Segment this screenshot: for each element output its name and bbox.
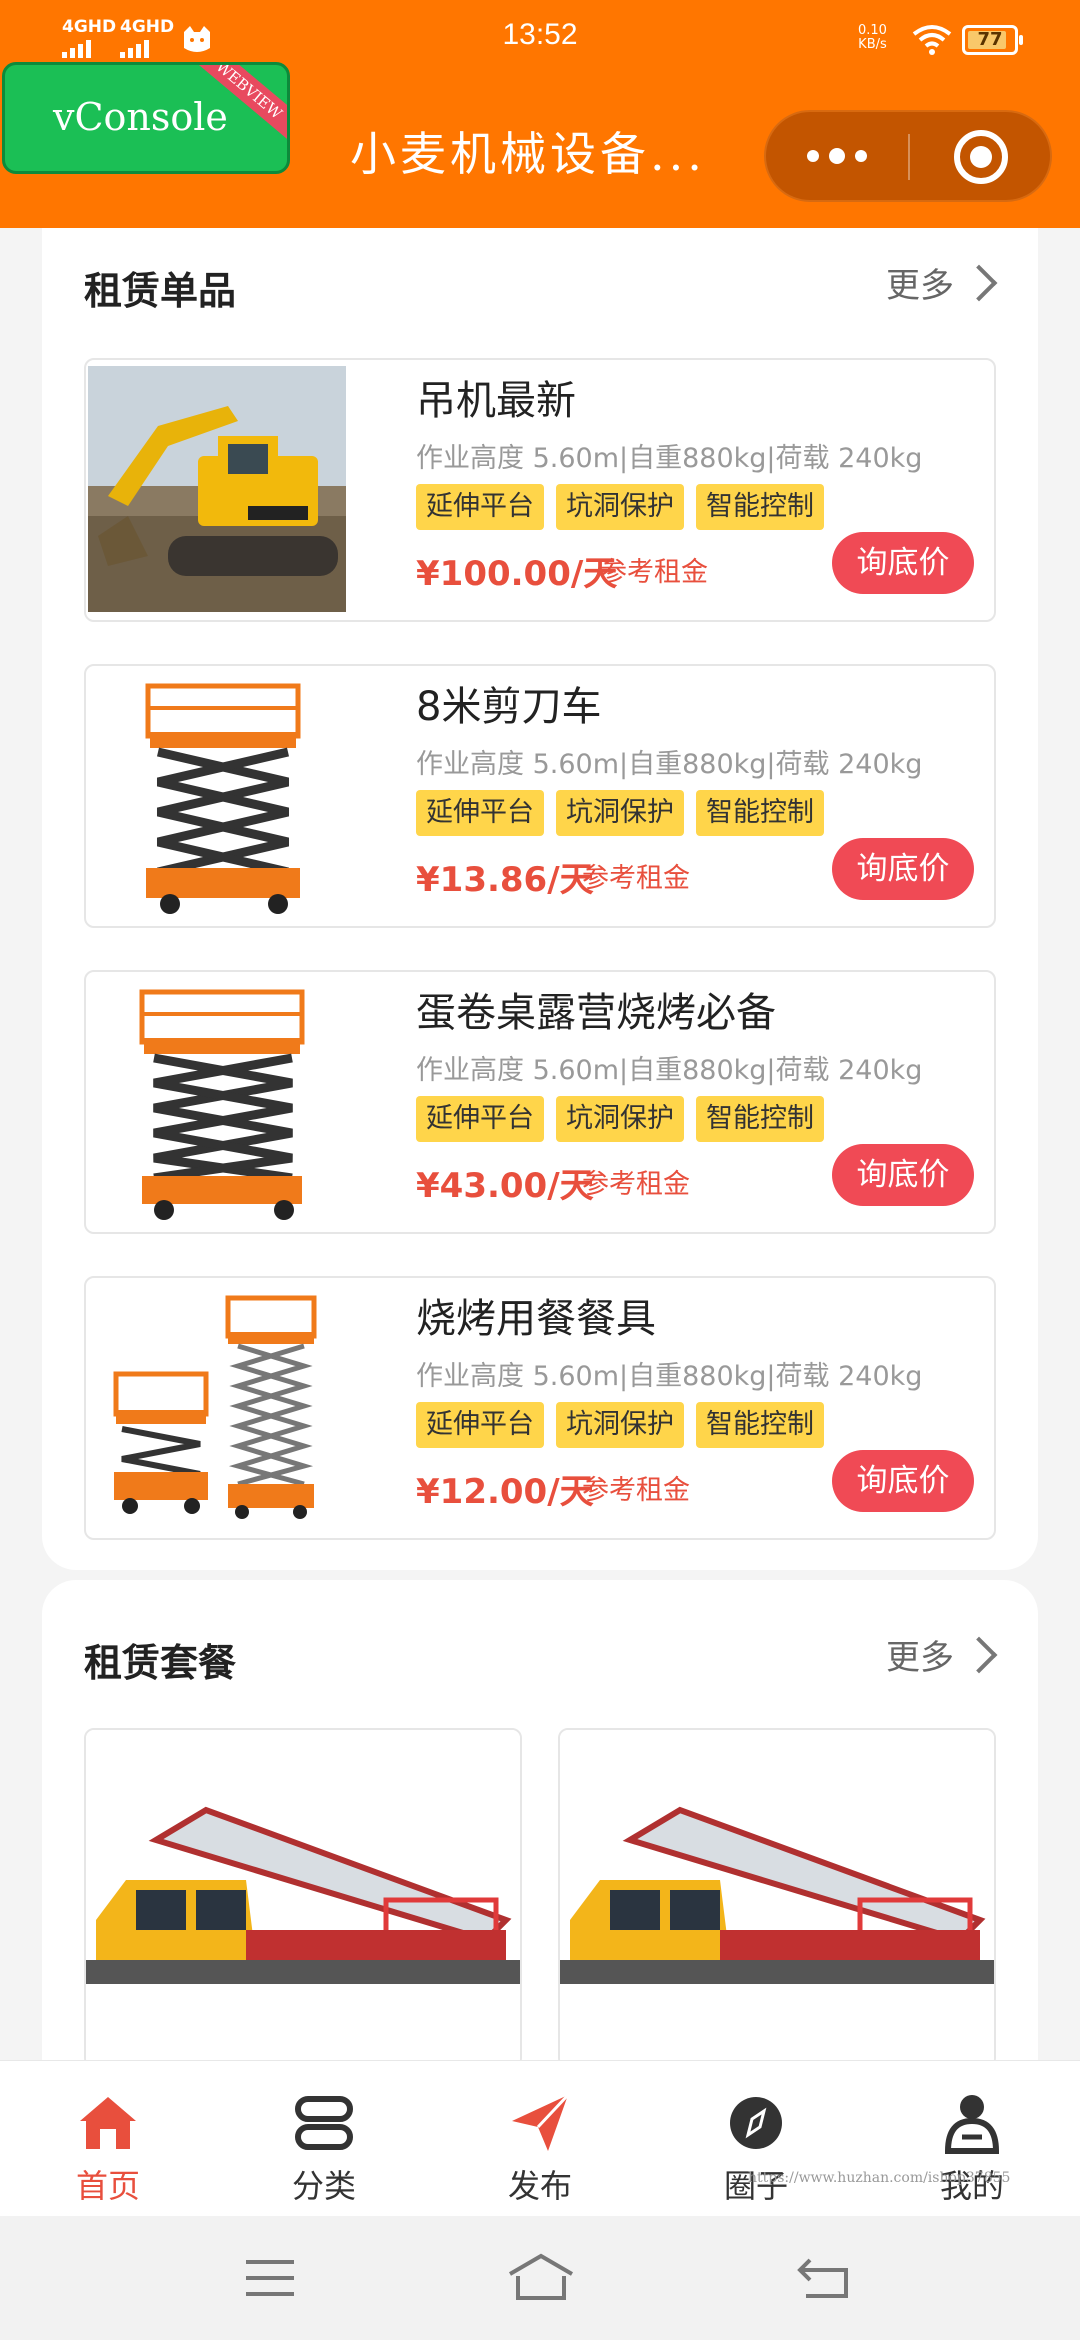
chevron-right-icon bbox=[960, 264, 998, 301]
wifi-icon bbox=[912, 25, 952, 55]
tab-label: 分类 bbox=[291, 2167, 356, 2205]
vconsole-button[interactable]: vConsole WEBVIEW bbox=[2, 62, 290, 174]
reference-rent-label: 参考租金 bbox=[582, 863, 690, 894]
send-icon bbox=[512, 2093, 570, 2151]
compass-icon bbox=[730, 2097, 782, 2149]
product-tag: 坑洞保护 bbox=[556, 1402, 684, 1448]
menu-icon[interactable] bbox=[244, 2258, 296, 2298]
tab-circle[interactable]: 圈子 bbox=[676, 2091, 836, 2207]
tab-category[interactable]: 分类 bbox=[244, 2091, 404, 2207]
capsule-divider bbox=[908, 134, 910, 180]
package-card[interactable] bbox=[84, 1728, 522, 2068]
dot-icon bbox=[829, 148, 845, 164]
rental-packages-more-link[interactable]: 更多 bbox=[886, 1630, 998, 1679]
product-name: 8米剪刀车 bbox=[416, 684, 602, 730]
ask-price-button[interactable]: 询底价 bbox=[832, 1450, 974, 1512]
scissor-lift-image bbox=[88, 978, 346, 1224]
chevron-right-icon bbox=[960, 1636, 998, 1673]
tab-mine[interactable]: 我的 bbox=[892, 2091, 1052, 2207]
rental-items-section: 租赁单品 更多 吊机最新 作业高度 5.60m|自重880kg|荷载 240kg… bbox=[42, 228, 1038, 1570]
back-icon[interactable] bbox=[796, 2256, 852, 2300]
product-price: ¥13.86/天 bbox=[416, 860, 594, 900]
ask-price-button[interactable]: 询底价 bbox=[832, 532, 974, 594]
more-menu-button[interactable] bbox=[766, 112, 908, 200]
network-speed-value: 0.10 bbox=[858, 23, 887, 38]
product-tag: 延伸平台 bbox=[416, 1096, 544, 1142]
product-spec: 作业高度 5.60m|自重880kg|荷载 240kg bbox=[416, 1361, 923, 1392]
product-name: 蛋卷桌露营烧烤必备 bbox=[416, 990, 776, 1036]
product-card[interactable]: 8米剪刀车 作业高度 5.60m|自重880kg|荷载 240kg 延伸平台 坑… bbox=[84, 664, 996, 928]
product-name: 烧烤用餐餐具 bbox=[416, 1296, 656, 1342]
product-spec: 作业高度 5.60m|自重880kg|荷载 240kg bbox=[416, 443, 923, 474]
category-icon bbox=[295, 2096, 353, 2150]
excavator-image bbox=[88, 366, 346, 612]
tab-label: 首页 bbox=[75, 2167, 140, 2205]
rental-items-title: 租赁单品 bbox=[84, 269, 237, 313]
home-nav-icon[interactable] bbox=[506, 2252, 576, 2302]
page-title: 小麦机械设备... bbox=[350, 127, 706, 181]
product-price: ¥100.00/天 bbox=[416, 554, 618, 594]
dot-icon bbox=[807, 150, 819, 162]
product-tag: 坑洞保护 bbox=[556, 1096, 684, 1142]
product-tags: 延伸平台 坑洞保护 智能控制 bbox=[416, 790, 824, 836]
ask-price-button[interactable]: 询底价 bbox=[832, 1144, 974, 1206]
product-tags: 延伸平台 坑洞保护 智能控制 bbox=[416, 1096, 824, 1142]
product-tag: 智能控制 bbox=[696, 484, 824, 530]
product-spec: 作业高度 5.60m|自重880kg|荷载 240kg bbox=[416, 749, 923, 780]
tab-publish[interactable]: 发布 bbox=[460, 2091, 620, 2207]
user-icon bbox=[944, 2095, 1000, 2154]
product-tag: 延伸平台 bbox=[416, 790, 544, 836]
rental-packages-section: 租赁套餐 更多 bbox=[42, 1580, 1038, 2068]
network-speed-unit: KB/s bbox=[858, 37, 887, 52]
vconsole-label: vConsole bbox=[53, 95, 228, 139]
product-card[interactable]: 蛋卷桌露营烧烤必备 作业高度 5.60m|自重880kg|荷载 240kg 延伸… bbox=[84, 970, 996, 1234]
product-card[interactable]: 烧烤用餐餐具 作业高度 5.60m|自重880kg|荷载 240kg 延伸平台 … bbox=[84, 1276, 996, 1540]
rental-packages-title: 租赁套餐 bbox=[84, 1641, 237, 1685]
product-price: ¥43.00/天 bbox=[416, 1166, 594, 1206]
aerial-ladder-truck-image bbox=[560, 1730, 994, 2066]
more-label: 更多 bbox=[886, 1638, 954, 1678]
battery-icon: 77 bbox=[962, 25, 1023, 55]
rental-items-more-link[interactable]: 更多 bbox=[886, 258, 998, 307]
home-icon bbox=[80, 2097, 136, 2149]
product-tag: 智能控制 bbox=[696, 790, 824, 836]
product-spec: 作业高度 5.60m|自重880kg|荷载 240kg bbox=[416, 1055, 923, 1086]
product-card[interactable]: 吊机最新 作业高度 5.60m|自重880kg|荷载 240kg 延伸平台 坑洞… bbox=[84, 358, 996, 622]
product-tags: 延伸平台 坑洞保护 智能控制 bbox=[416, 1402, 824, 1448]
aerial-ladder-truck-image bbox=[86, 1730, 520, 2066]
product-tag: 智能控制 bbox=[696, 1096, 824, 1142]
scissor-lift-pair-image bbox=[88, 1284, 346, 1530]
battery-level: 77 bbox=[977, 29, 1003, 50]
header-bar: 4GHD 4GHD 13:52 0.10 KB/s 77 小麦机械设备... v… bbox=[0, 0, 1080, 228]
network-speed: 0.10 KB/s bbox=[858, 24, 887, 52]
tab-label: 发布 bbox=[507, 2167, 572, 2205]
bottom-tab-bar: 首页 分类 发布 圈子 我的 bbox=[0, 2060, 1080, 2216]
close-mini-program-icon[interactable] bbox=[954, 130, 1008, 184]
ask-price-button[interactable]: 询底价 bbox=[832, 838, 974, 900]
more-label: 更多 bbox=[886, 266, 954, 306]
product-tag: 延伸平台 bbox=[416, 484, 544, 530]
product-tag: 坑洞保护 bbox=[556, 484, 684, 530]
product-tag: 智能控制 bbox=[696, 1402, 824, 1448]
scissor-lift-image bbox=[88, 672, 346, 918]
reference-rent-label: 参考租金 bbox=[600, 557, 708, 588]
mini-program-capsule bbox=[764, 110, 1052, 202]
product-price: ¥12.00/天 bbox=[416, 1472, 594, 1512]
product-name: 吊机最新 bbox=[416, 378, 576, 424]
watermark-text: https://www.huzhan.com/ishop37855 bbox=[748, 2170, 1011, 2186]
system-nav-bar bbox=[0, 2216, 1080, 2340]
tab-home[interactable]: 首页 bbox=[28, 2091, 188, 2207]
package-card[interactable] bbox=[558, 1728, 996, 2068]
product-tags: 延伸平台 坑洞保护 智能控制 bbox=[416, 484, 824, 530]
reference-rent-label: 参考租金 bbox=[582, 1475, 690, 1506]
reference-rent-label: 参考租金 bbox=[582, 1169, 690, 1200]
product-tag: 延伸平台 bbox=[416, 1402, 544, 1448]
product-tag: 坑洞保护 bbox=[556, 790, 684, 836]
dot-icon bbox=[855, 150, 867, 162]
